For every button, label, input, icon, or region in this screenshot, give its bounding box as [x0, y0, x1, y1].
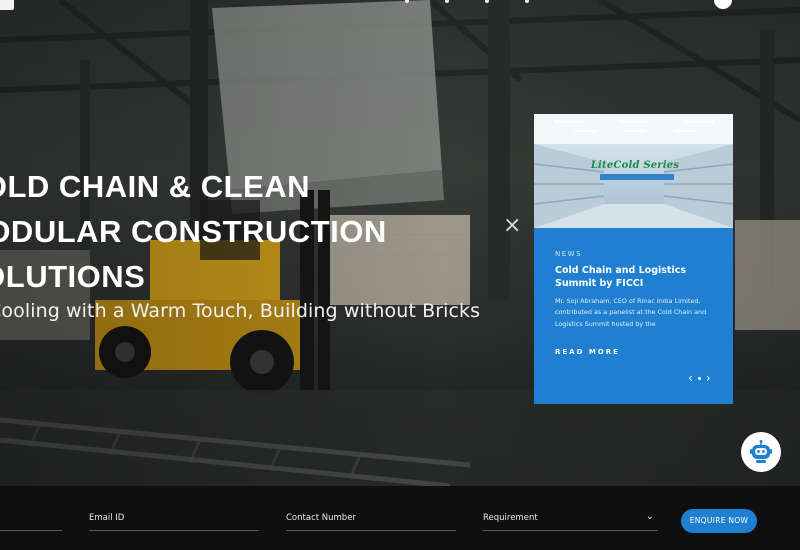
enquire-now-button[interactable]: ENQUIRE NOW [681, 509, 757, 533]
close-icon[interactable]: × [503, 215, 521, 237]
carousel-dot[interactable] [697, 376, 701, 380]
nav-item-marker[interactable] [405, 0, 409, 3]
nav-item-marker[interactable] [525, 0, 529, 3]
news-popup: LiteCold Series NEWS Cold Chain and Logi… [534, 114, 733, 404]
news-image-title: LiteCold Series [590, 160, 680, 171]
news-image: LiteCold Series [534, 114, 733, 228]
headline-line: MODULAR CONSTRUCTION [0, 214, 387, 249]
email-field[interactable]: Email ID [89, 511, 259, 531]
top-navigation [405, 0, 529, 3]
nav-item-marker[interactable] [445, 0, 449, 3]
site-logo[interactable] [0, 0, 14, 10]
chatbot-button[interactable] [741, 432, 781, 472]
name-field[interactable] [0, 511, 62, 531]
news-excerpt: Mr. Soji Abraham, CEO of Rinac India Lim… [555, 297, 707, 328]
headline-line: SOLUTIONS [0, 259, 146, 294]
cold-room-illustration [534, 114, 733, 228]
hero-headline: COLD CHAIN & CLEAN MODULAR CONSTRUCTION … [0, 164, 400, 299]
nav-item-marker[interactable] [485, 0, 489, 3]
contact-number-field[interactable]: Contact Number [286, 511, 456, 531]
requirement-select[interactable]: Requirement ⌄ [483, 511, 658, 531]
robot-icon [750, 440, 772, 463]
chevron-left-icon[interactable]: ‹ [688, 372, 693, 384]
news-carousel-nav: ‹ › [688, 372, 711, 384]
news-label: NEWS [555, 250, 583, 258]
hero-tagline: Cooling with a Warm Touch, Building with… [0, 300, 481, 322]
chevron-right-icon[interactable]: › [706, 372, 711, 384]
requirement-label: Requirement [483, 513, 538, 523]
news-title[interactable]: Cold Chain and Logistics Summit by FICCI [555, 265, 720, 290]
headline-line: COLD CHAIN & CLEAN [0, 169, 310, 204]
chevron-down-icon: ⌄ [645, 511, 654, 522]
news-image-subtitle [600, 174, 674, 180]
read-more-link[interactable]: READ MORE [555, 348, 620, 356]
